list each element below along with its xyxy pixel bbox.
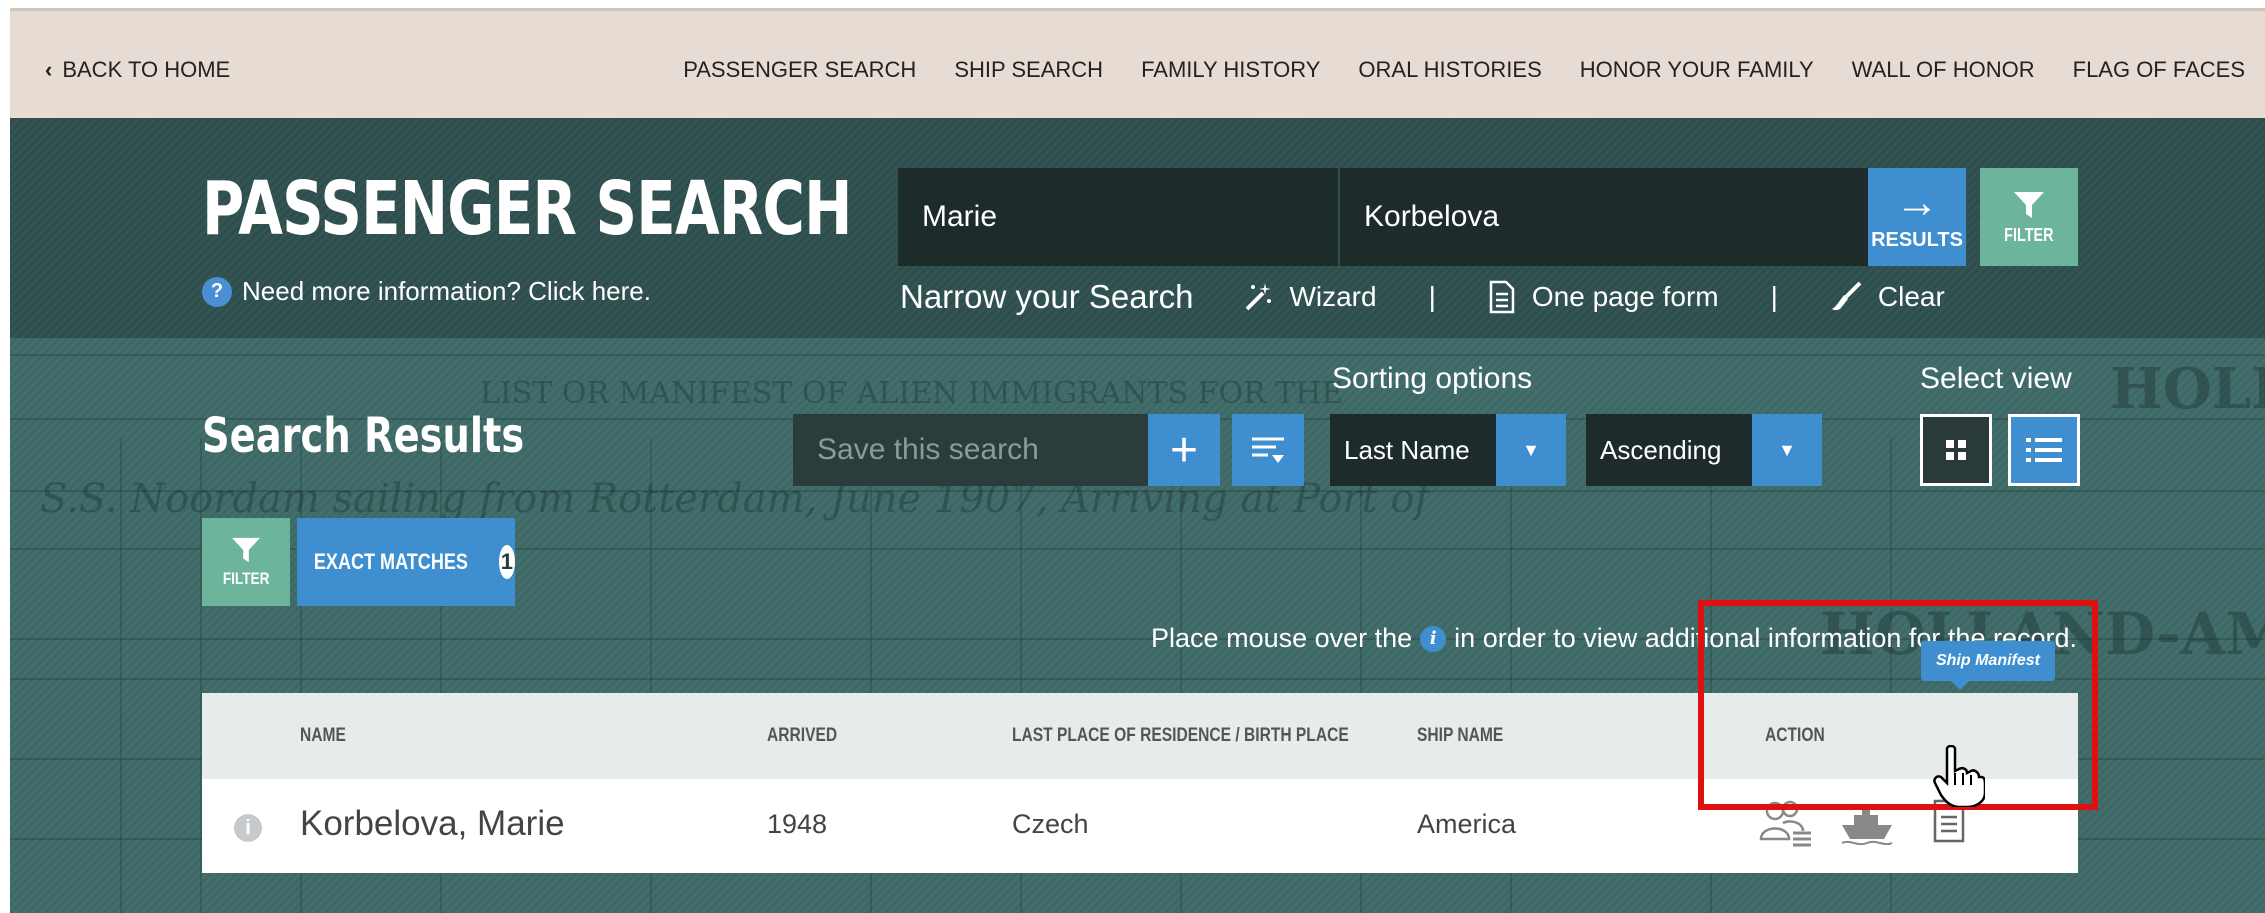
nav-link-wall-of-honor[interactable]: WALL OF HONOR: [1852, 57, 2035, 83]
nav-link-honor-your-family[interactable]: HONOR YOUR FAMILY: [1580, 57, 1814, 83]
holland-text: HOLLA: [2110, 356, 2265, 422]
grid-view-button[interactable]: [1920, 414, 1992, 486]
hand-pointer-icon: [1933, 744, 1987, 812]
exact-matches-label: EXACT MATCHES: [313, 549, 468, 574]
chevron-down-icon: ▼: [1496, 414, 1566, 486]
wizard-label: Wizard: [1289, 281, 1377, 312]
save-search-button[interactable]: +: [1148, 414, 1220, 486]
save-search-placeholder: Save this search: [817, 433, 1039, 466]
clear-label: Clear: [1877, 281, 1945, 312]
results-filter-button[interactable]: FILTER: [202, 518, 290, 606]
first-name-input[interactable]: Marie: [898, 168, 1338, 266]
help-link[interactable]: ? Need more information? Click here.: [202, 276, 651, 307]
nav-link-ship-search[interactable]: SHIP SEARCH: [954, 57, 1103, 83]
brush-icon: [1831, 281, 1862, 311]
column-header-ship: SHIP NAME: [1417, 725, 1504, 746]
results-label: RESULTS: [1871, 228, 1963, 251]
separator: |: [1770, 281, 1778, 312]
one-page-form-link[interactable]: One page form: [1488, 280, 1719, 314]
plus-icon: +: [1169, 423, 1199, 477]
sorting-options-label: Sorting options: [1332, 362, 1533, 395]
page: ‹ BACK TO HOME PASSENGER SEARCH SHIP SEA…: [10, 8, 2265, 913]
sort-order-value: Ascending: [1600, 434, 1722, 465]
grid-icon: [1946, 440, 1966, 460]
page-title: PASSENGER SEARCH: [202, 166, 852, 252]
sort-field-select[interactable]: Last Name ▼: [1330, 414, 1566, 486]
main-nav-links: PASSENGER SEARCH SHIP SEARCH FAMILY HIST…: [683, 57, 2245, 83]
save-search-input[interactable]: Save this search: [793, 414, 1149, 486]
column-header-place: LAST PLACE OF RESIDENCE / BIRTH PLACE: [1012, 725, 1349, 746]
column-header-name: NAME: [300, 725, 346, 746]
narrow-search-title: Narrow your Search: [900, 278, 1194, 315]
last-name-value: Korbelova: [1364, 200, 1500, 233]
list-icon: [2026, 438, 2062, 462]
document-icon: [1489, 280, 1515, 314]
arrow-right-icon: →: [1895, 177, 1939, 227]
column-header-arrived: ARRIVED: [767, 725, 838, 746]
search-results-title: Search Results: [202, 408, 525, 464]
ship-name: America: [1417, 809, 1517, 839]
results-filter-label: FILTER: [222, 569, 270, 588]
separator: |: [1428, 281, 1436, 312]
nav-link-flag-of-faces[interactable]: FLAG OF FACES: [2073, 57, 2245, 83]
one-page-form-label: One page form: [1531, 281, 1719, 312]
select-view-label: Select view: [1920, 362, 2072, 395]
sort-field-value: Last Name: [1344, 434, 1470, 465]
info-hint-before: Place mouse over the: [1151, 623, 1413, 653]
chevron-left-icon: ‹: [45, 57, 53, 82]
arrival-year: 1948: [767, 809, 828, 839]
row-info-icon[interactable]: i: [234, 814, 262, 842]
narrow-search-bar: Narrow your Search Wizard | One page for…: [900, 278, 1945, 316]
passenger-name[interactable]: Korbelova, Marie: [300, 804, 565, 844]
funnel-icon: [231, 537, 261, 563]
manifest-ship-line: S.S. Noordam sailing from Rotterdam, Jun…: [40, 476, 1430, 522]
results-button[interactable]: → RESULTS: [1868, 168, 1966, 266]
sort-order-select[interactable]: Ascending ▼: [1586, 414, 1822, 486]
help-link-text: Need more information? Click here.: [242, 276, 651, 306]
back-to-home-label: BACK TO HOME: [62, 57, 231, 82]
chevron-down-icon: ▼: [1752, 414, 1822, 486]
funnel-icon: [2014, 191, 2044, 218]
filter-button[interactable]: FILTER: [1980, 168, 2078, 266]
last-name-input[interactable]: Korbelova: [1340, 168, 1870, 266]
top-nav: ‹ BACK TO HOME PASSENGER SEARCH SHIP SEA…: [10, 8, 2265, 118]
residence-place: Czech: [1012, 809, 1089, 839]
first-name-value: Marie: [922, 200, 998, 233]
magic-wand-icon: [1246, 283, 1272, 311]
sort-lines-icon: [1252, 437, 1284, 463]
action-highlight-box: [1698, 600, 2098, 810]
list-view-button[interactable]: [2008, 414, 2080, 486]
sort-toggle-button[interactable]: [1232, 414, 1304, 486]
clear-link[interactable]: Clear: [1830, 281, 1945, 313]
nav-link-oral-histories[interactable]: ORAL HISTORIES: [1358, 57, 1541, 83]
nav-link-passenger-search[interactable]: PASSENGER SEARCH: [683, 57, 916, 83]
exact-matches-count: 1: [498, 545, 515, 579]
wizard-link[interactable]: Wizard: [1241, 281, 1377, 313]
filter-label: FILTER: [2004, 224, 2054, 245]
info-icon: i: [1420, 625, 1447, 652]
manifest-heading-text: LIST OR MANIFEST OF ALIEN IMMIGRANTS FOR…: [480, 376, 1344, 411]
exact-matches-tab[interactable]: EXACT MATCHES 1: [297, 518, 515, 606]
back-to-home-link[interactable]: ‹ BACK TO HOME: [45, 57, 230, 83]
question-circle-icon: ?: [202, 276, 232, 307]
nav-link-family-history[interactable]: FAMILY HISTORY: [1141, 57, 1320, 83]
